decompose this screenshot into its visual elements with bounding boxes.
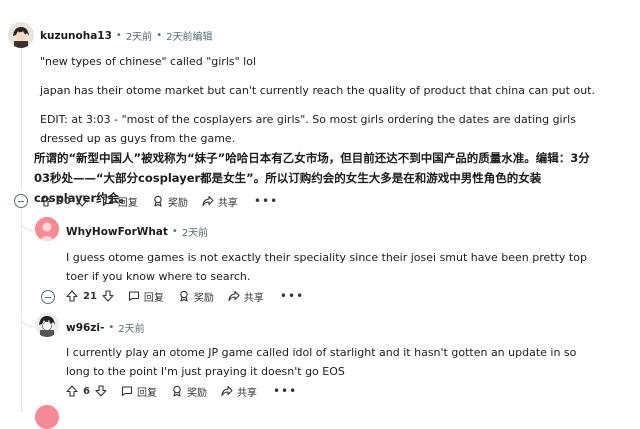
action-bar: 6 回复 奖励 共享 •••	[66, 381, 297, 401]
comment-paragraph: "new types of chinese" called "girls" lo…	[40, 55, 257, 68]
separator-dot: •	[171, 226, 178, 237]
award-label: 奖励	[167, 197, 188, 209]
award-icon	[171, 385, 183, 397]
share-button[interactable]: 共享	[228, 289, 264, 304]
share-button[interactable]: 共享	[202, 194, 238, 209]
award-label: 奖励	[193, 292, 214, 304]
separator-dot: •	[115, 30, 122, 41]
vote-count: 6	[83, 385, 90, 397]
award-button[interactable]: 奖励	[171, 384, 207, 399]
comment-bubble-icon	[102, 195, 114, 207]
reply-label: 回复	[117, 197, 138, 209]
vote-group: 90	[40, 195, 88, 207]
comment-bubble-icon	[128, 290, 140, 302]
comment-paragraph: I guess otome games is not exactly their…	[66, 251, 587, 283]
reply-label: 回复	[143, 292, 164, 304]
action-bar: 90 回复 奖励 共享 •••	[40, 191, 278, 211]
award-label: 奖励	[186, 387, 207, 399]
timestamp[interactable]: 2天前	[126, 28, 152, 43]
vote-count: 90	[57, 195, 71, 207]
vote-count: 21	[83, 290, 97, 302]
username[interactable]: WhyHowForWhat	[66, 226, 168, 238]
collapse-thread-button[interactable]	[41, 290, 55, 304]
reply-button[interactable]: 回复	[121, 384, 157, 399]
reply-button[interactable]: 回复	[128, 289, 164, 304]
more-options-button[interactable]: •••	[273, 384, 297, 398]
upvote-icon[interactable]	[66, 290, 78, 302]
comment-meta: WhyHowForWhat • 2天前	[66, 224, 208, 240]
share-label: 共享	[243, 292, 264, 304]
share-label: 共享	[217, 197, 238, 209]
reply-connector-2	[21, 298, 34, 327]
avatar[interactable]	[35, 217, 59, 241]
more-options-button[interactable]: •••	[254, 194, 278, 208]
award-button[interactable]: 奖励	[178, 289, 214, 304]
comment-paragraph: EDIT: at 3:03 - "most of the cosplayers …	[40, 113, 576, 145]
share-icon	[202, 195, 214, 207]
reply-label: 回复	[136, 387, 157, 399]
share-label: 共享	[236, 387, 257, 399]
avatar[interactable]	[35, 313, 59, 337]
reply-button[interactable]: 回复	[102, 194, 138, 209]
share-icon	[221, 385, 233, 397]
downvote-icon[interactable]	[102, 290, 114, 302]
avatar[interactable]	[35, 405, 59, 429]
user-avatar-icon	[35, 217, 59, 241]
comment-meta: kuzunoha13 • 2天前 • 2天前编辑	[40, 28, 213, 44]
upvote-icon[interactable]	[40, 195, 52, 207]
award-icon	[152, 195, 164, 207]
timestamp[interactable]: 2天前	[118, 320, 144, 335]
separator-dot: •	[156, 30, 163, 41]
vote-group: 21	[66, 290, 114, 302]
share-icon	[228, 290, 240, 302]
downvote-icon[interactable]	[76, 195, 88, 207]
award-icon	[178, 290, 190, 302]
username[interactable]: kuzunoha13	[40, 30, 112, 42]
comment-bubble-icon	[121, 385, 133, 397]
comment-body: I guess otome games is not exactly their…	[66, 248, 596, 286]
comment-paragraph: I currently play an otome JP game called…	[66, 346, 577, 378]
comment-body: "new types of chinese" called "girls" lo…	[40, 52, 600, 148]
thread-line-main[interactable]	[21, 46, 22, 190]
timestamp[interactable]: 2天前	[182, 224, 208, 239]
share-button[interactable]: 共享	[221, 384, 257, 399]
reply-connector-1	[21, 210, 34, 231]
edited-label: 2天前编辑	[166, 32, 213, 43]
comment-meta: w96zi- • 2天前	[66, 320, 145, 336]
downvote-icon[interactable]	[95, 385, 107, 397]
more-options-button[interactable]: •••	[280, 289, 304, 303]
comment-paragraph: japan has their otome market but can't c…	[40, 84, 595, 97]
username[interactable]: w96zi-	[66, 322, 104, 334]
user-avatar-icon	[8, 22, 34, 48]
comment-body: I currently play an otome JP game called…	[66, 343, 596, 381]
user-avatar-icon	[35, 405, 59, 429]
avatar[interactable]	[8, 22, 34, 48]
upvote-icon[interactable]	[66, 385, 78, 397]
collapse-thread-button[interactable]	[14, 194, 28, 208]
separator-dot: •	[108, 322, 115, 333]
award-button[interactable]: 奖励	[152, 194, 188, 209]
user-avatar-icon	[35, 313, 59, 337]
action-bar: 21 回复 奖励 共享 •••	[66, 286, 304, 306]
vote-group: 6	[66, 385, 107, 397]
